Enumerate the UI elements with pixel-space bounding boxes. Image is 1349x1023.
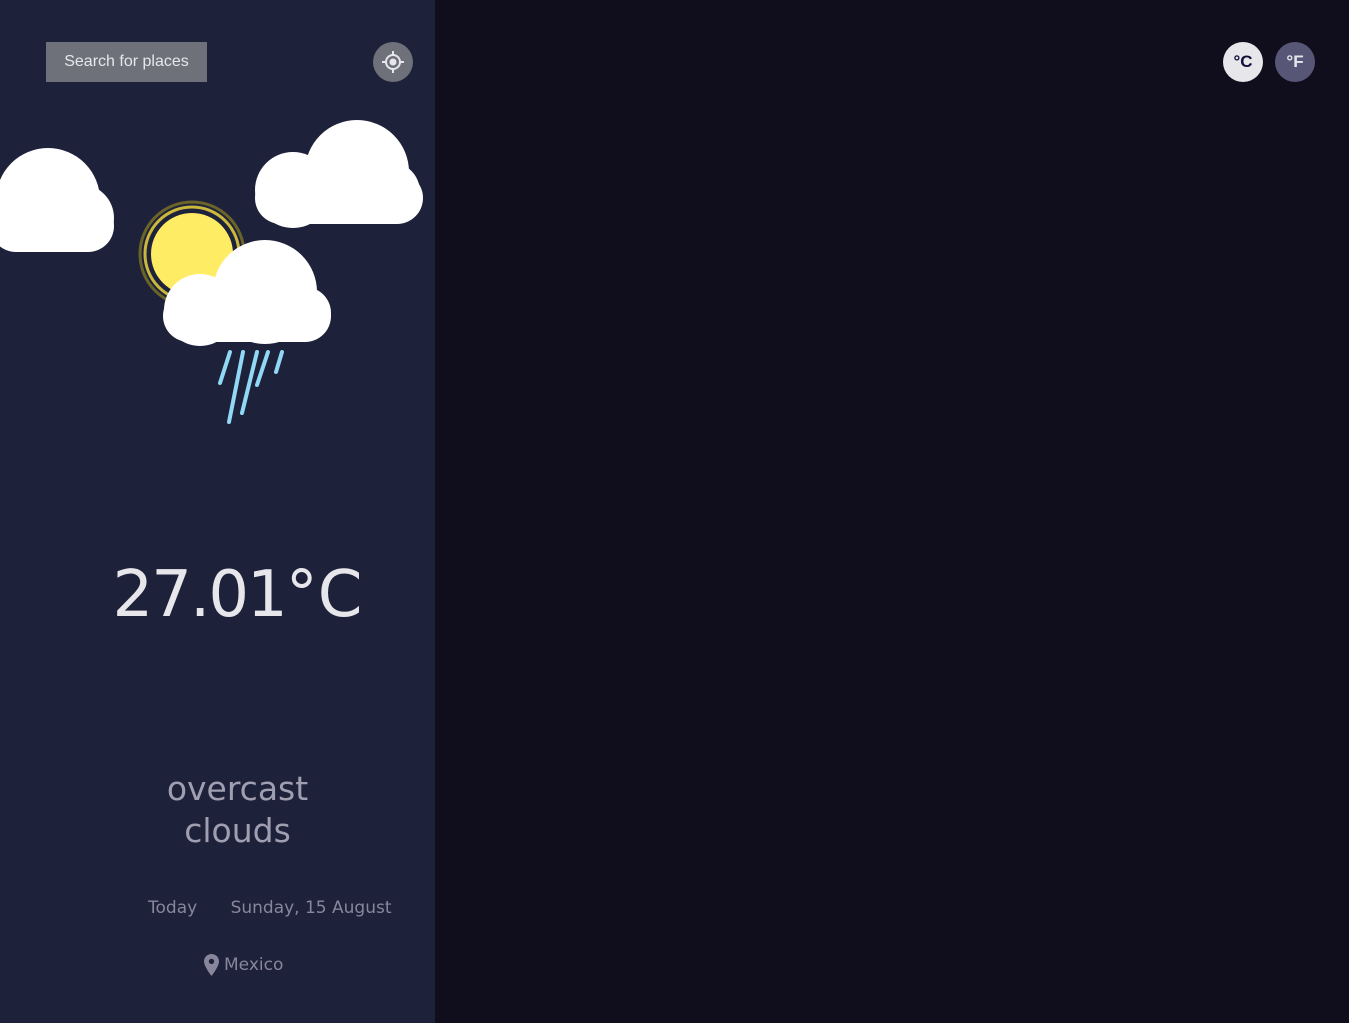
sidebar: Search for places 27.01°C overcast cloud…	[0, 0, 435, 1023]
weather-app: Search for places 27.01°C overcast cloud…	[0, 0, 1349, 1023]
search-places-button[interactable]: Search for places	[46, 42, 207, 82]
weather-description: overcast clouds	[160, 768, 315, 852]
date-row: Today Sunday, 15 August	[148, 896, 392, 920]
fahrenheit-button[interactable]: °F	[1275, 42, 1315, 82]
today-label: Today	[148, 898, 198, 918]
temperature-value: 27.01	[112, 558, 288, 632]
map-pin-icon	[204, 954, 219, 976]
partly-cloudy-rain-icon	[138, 200, 331, 424]
location-name: Mexico	[224, 955, 284, 975]
main-panel: °C °F	[435, 0, 1349, 1023]
weather-description-line2: clouds	[184, 811, 291, 850]
crosshair-gps-icon	[381, 50, 405, 74]
location: Mexico	[204, 950, 283, 980]
current-temperature: 27.01°C	[0, 555, 435, 635]
weather-description-line1: overcast	[166, 769, 309, 808]
current-location-button[interactable]	[373, 42, 413, 82]
temperature-unit: °C	[285, 558, 363, 632]
date-label: Sunday, 15 August	[230, 898, 392, 918]
celsius-button[interactable]: °C	[1223, 42, 1263, 82]
